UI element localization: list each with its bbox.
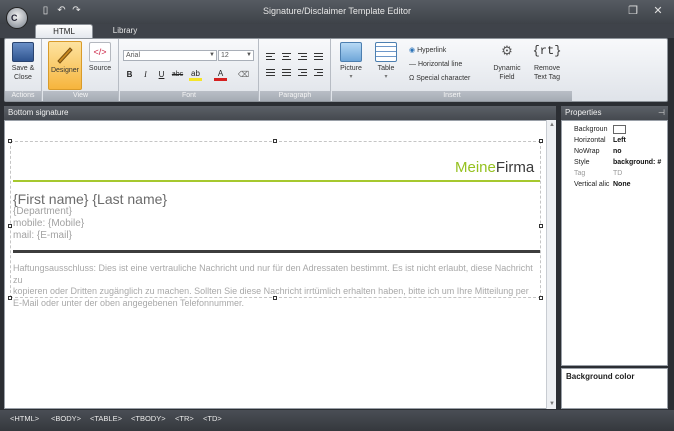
ribbon-group-paragraph: Paragraph (260, 39, 331, 101)
tab-html[interactable]: HTML (35, 24, 93, 38)
brand-divider-line (13, 180, 540, 182)
tab-library[interactable]: Library (100, 24, 150, 38)
designer-pencil-icon (54, 44, 76, 64)
close-window-icon[interactable]: ✕ (650, 4, 666, 18)
italic-button[interactable]: I (139, 69, 152, 81)
special-character-icon: Ω (409, 75, 415, 82)
property-description: Background color (561, 368, 668, 409)
group-label-font: Font (120, 91, 258, 101)
underline-button[interactable]: U (155, 69, 168, 81)
decrease-indent-icon[interactable] (296, 67, 309, 78)
scroll-down-icon[interactable]: ▼ (549, 401, 555, 407)
designer-button[interactable]: Designer (48, 41, 82, 90)
bold-button[interactable]: B (123, 69, 136, 81)
globe-link-icon: ◉ (409, 47, 416, 54)
name-placeholder: {First name} {Last name} (13, 191, 168, 207)
resize-handle[interactable] (539, 296, 543, 300)
save-icon (12, 42, 34, 62)
ribbon-group-view: Designer </> Source View (43, 39, 119, 101)
font-family-select[interactable]: Arial ▼ (123, 50, 217, 61)
dynamic-field-button[interactable]: ⚙ Dynamic Field (490, 42, 524, 82)
source-code-icon: </> (89, 42, 111, 62)
save-close-button[interactable]: Save & Close (8, 42, 38, 82)
chevron-down-icon: ▼ (209, 52, 215, 58)
editor-section-header: Bottom signature (4, 106, 556, 120)
increase-indent-icon[interactable] (312, 67, 325, 78)
align-left-icon[interactable] (264, 51, 277, 62)
app-logo-icon: C (11, 13, 18, 23)
breadcrumb-td[interactable]: <TD> (203, 414, 222, 423)
insert-table-button[interactable]: Table ▾ (372, 42, 400, 82)
bulleted-list-icon[interactable] (264, 67, 277, 78)
properties-header: Properties ⊣ (561, 106, 668, 120)
clear-formatting-icon[interactable]: ⌫ (237, 69, 250, 81)
disclaimer-text: Haftungsausschluss: Dies ist eine vertra… (13, 263, 533, 308)
align-right-icon[interactable] (296, 51, 309, 62)
ribbon: Save & Close Actions Designer </> Source… (4, 38, 668, 102)
resize-handle[interactable] (273, 139, 277, 143)
ribbon-group-font: Arial ▼ 12 ▼ B I U abc ab A ⌫ Font (120, 39, 259, 101)
justify-icon[interactable] (312, 51, 325, 62)
resize-handle[interactable] (8, 139, 12, 143)
horizontal-line-icon: — (409, 61, 416, 68)
property-grid[interactable]: Backgroun Horizontal Left NoWrap no Style b… (561, 120, 668, 366)
ribbon-group-actions: Save & Close Actions (5, 39, 42, 101)
dynamic-field-icon: ⚙ (501, 43, 513, 58)
font-size-select[interactable]: 12 ▼ (218, 50, 254, 61)
insert-horizontal-line-button[interactable]: — Horizontal line (409, 60, 462, 70)
highlight-color-button[interactable]: ab (189, 69, 202, 81)
property-row[interactable]: Horizontal Left (562, 135, 667, 146)
align-center-icon[interactable] (280, 51, 293, 62)
property-row[interactable]: Backgroun (562, 124, 667, 135)
breadcrumb-body[interactable]: <BODY> (51, 414, 81, 423)
group-label-actions: Actions (5, 91, 41, 101)
application-menu-button[interactable]: C (6, 7, 28, 29)
property-row[interactable]: Vertical alic None (562, 179, 667, 190)
ribbon-group-insert: Picture ▾ Table ▾ ◉ Hyperlink — Horizont… (332, 39, 572, 101)
source-button[interactable]: </> Source (85, 42, 115, 73)
numbered-list-icon[interactable] (280, 67, 293, 78)
breadcrumb-table[interactable]: <TABLE> (90, 414, 122, 423)
disclaimer-divider-line (13, 250, 540, 253)
breadcrumb-tr[interactable]: <TR> (175, 414, 194, 423)
font-color-button[interactable]: A (214, 69, 227, 81)
group-label-insert: Insert (332, 91, 572, 101)
pin-icon[interactable]: ⊣ (658, 106, 665, 120)
table-icon (375, 42, 397, 62)
group-label-paragraph: Paragraph (260, 91, 330, 101)
insert-special-character-button[interactable]: Ω Special character (409, 74, 470, 84)
property-row[interactable]: NoWrap no (562, 146, 667, 157)
property-row[interactable]: Tag TD (562, 168, 667, 179)
remove-text-tag-icon: {rt} (532, 44, 562, 58)
group-label-view: View (43, 91, 118, 101)
resize-handle[interactable] (8, 296, 12, 300)
strikethrough-button[interactable]: abc (171, 69, 184, 81)
property-row[interactable]: Style background: # (562, 157, 667, 168)
remove-text-tag-button[interactable]: {rt} Remove Text Tag (528, 42, 566, 82)
restore-window-icon[interactable]: ❐ (625, 4, 641, 18)
color-swatch[interactable] (613, 124, 626, 134)
chevron-down-icon: ▼ (246, 52, 252, 58)
resize-handle[interactable] (539, 224, 543, 228)
mobile-placeholder: mobile: {Mobile} (13, 218, 85, 229)
breadcrumb-tbody[interactable]: <TBODY> (131, 414, 166, 423)
department-placeholder: {Department} (13, 206, 72, 217)
editor-vertical-scrollbar[interactable]: ▲ ▼ (546, 120, 556, 409)
insert-picture-button[interactable]: Picture ▾ (336, 42, 366, 82)
scroll-up-icon[interactable]: ▲ (549, 122, 555, 128)
window-title: Signature/Disclaimer Template Editor (263, 6, 411, 16)
resize-handle[interactable] (539, 139, 543, 143)
breadcrumb-html[interactable]: <HTML> (10, 414, 39, 423)
resize-handle[interactable] (8, 224, 12, 228)
insert-hyperlink-button[interactable]: ◉ Hyperlink (409, 46, 446, 56)
email-placeholder: mail: {E-mail} (13, 230, 72, 241)
picture-icon (340, 42, 362, 62)
company-brand: MeineFirma (455, 159, 535, 176)
